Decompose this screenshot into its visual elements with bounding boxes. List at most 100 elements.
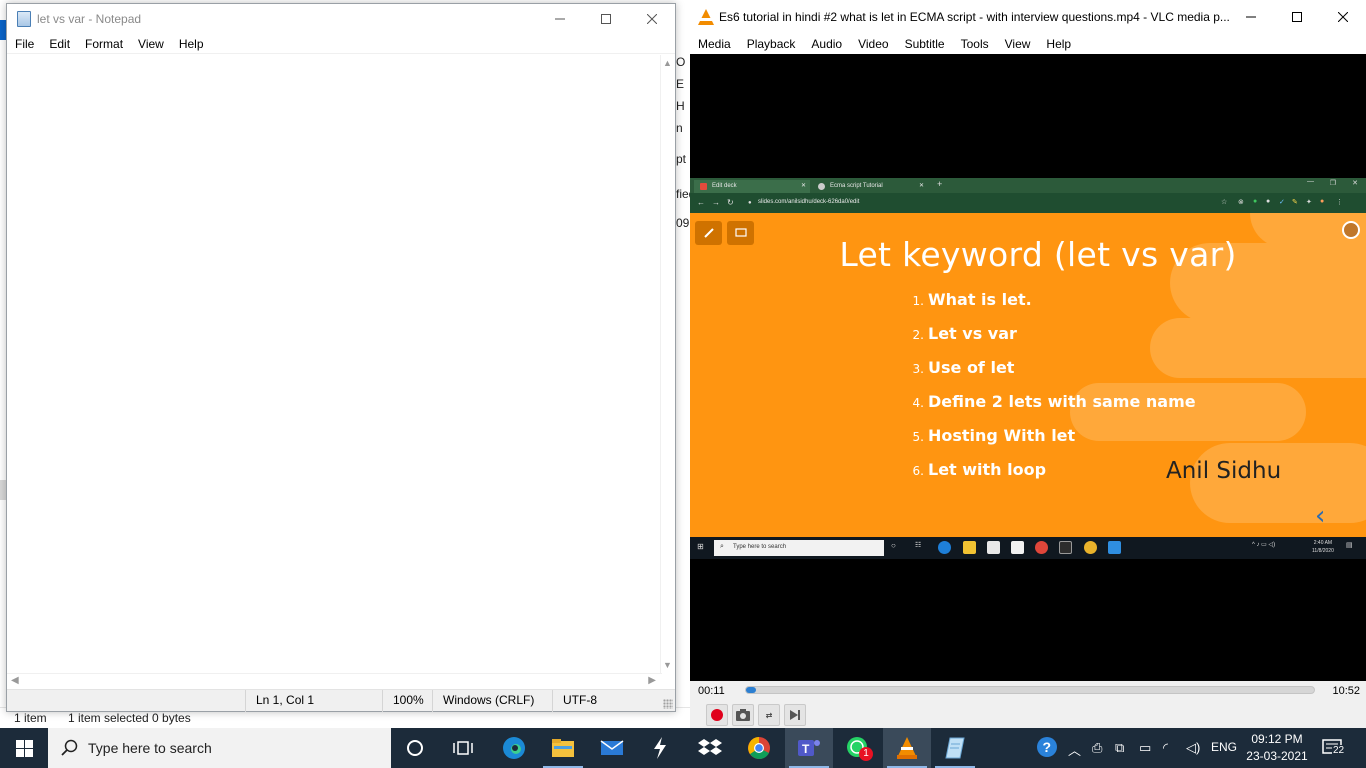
vertical-scrollbar[interactable]: ▲ ▼ — [660, 55, 675, 673]
line-ending: Windows (CRLF) — [432, 690, 552, 712]
slide-topic-list: 1. What is let. 2. Let vs var 3. Use of let… — [908, 290, 1196, 494]
notepad-text-area[interactable] — [7, 55, 662, 673]
vlc-menu-audio[interactable]: Audio — [811, 37, 842, 51]
resize-grip-icon[interactable] — [663, 699, 673, 709]
vscode-icon — [1108, 541, 1121, 554]
meet-now-icon[interactable]: ⎙ — [1092, 740, 1102, 756]
tray-icons: ^ ♪ ▭ ◁) — [1252, 542, 1276, 548]
video-minimize-icon: — — [1307, 178, 1314, 185]
notification-count: 22 — [1332, 745, 1346, 756]
maximize-button[interactable] — [583, 4, 629, 33]
zoom-level: 100% — [382, 690, 432, 712]
menu-dots-icon: ⋮ — [1336, 199, 1343, 206]
taskbar-mail[interactable] — [588, 728, 636, 768]
taskbar-search-box[interactable]: Type here to search — [48, 728, 391, 768]
show-hidden-icons-chevron-icon[interactable]: ︿ — [1068, 740, 1081, 759]
taskbar-chrome[interactable] — [735, 728, 783, 768]
taskbar-vlc[interactable] — [883, 728, 931, 768]
loop-ab-button[interactable]: ⇄ — [758, 704, 780, 726]
scroll-up-icon[interactable]: ▲ — [663, 58, 672, 68]
taskbar-file-explorer[interactable] — [539, 728, 587, 768]
total-time: 10:52 — [1332, 685, 1360, 697]
taskbar-edge[interactable] — [490, 728, 538, 768]
extension-icon: ● — [1266, 198, 1271, 205]
extension-icon: ✎ — [1292, 199, 1298, 206]
taskbar-lightning-app[interactable] — [636, 728, 684, 768]
taskbar-teams[interactable]: T — [785, 728, 833, 768]
vlc-menubar: Media Playback Audio Video Subtitle Tool… — [690, 34, 1366, 54]
slide-topic-text: Define 2 lets with same name — [928, 392, 1196, 411]
record-icon — [711, 709, 723, 721]
vlc-menu-playback[interactable]: Playback — [747, 37, 796, 51]
menu-view[interactable]: View — [137, 35, 170, 53]
extension-icon: ● — [1253, 198, 1258, 205]
explorer-selection: 1 item selected 0 bytes — [68, 711, 191, 725]
taskbar-whatsapp[interactable]: 1 — [834, 728, 882, 768]
help-button[interactable]: ? — [1036, 736, 1058, 761]
screen-icon[interactable]: ⧉ — [1115, 740, 1124, 756]
battery-icon[interactable]: ▭ — [1139, 740, 1151, 756]
notepad-app-icon — [17, 11, 31, 27]
vlc-menu-video[interactable]: Video — [858, 37, 888, 51]
menu-edit[interactable]: Edit — [48, 35, 76, 53]
menu-help[interactable]: Help — [178, 35, 210, 53]
snapshot-button[interactable] — [732, 704, 754, 726]
svg-text:?: ? — [1043, 739, 1052, 755]
scroll-left-icon[interactable]: ◀ — [11, 675, 19, 686]
vlc-menu-tools[interactable]: Tools — [961, 37, 989, 51]
volume-icon[interactable]: ◁) — [1186, 740, 1200, 756]
cortana-button[interactable] — [391, 728, 439, 768]
task-view-icon — [453, 741, 473, 755]
close-button[interactable] — [629, 4, 675, 33]
loop-ab-icon: ⇄ — [765, 710, 773, 720]
notepad-menubar: File Edit Format View Help — [7, 34, 675, 54]
notification-center-button[interactable]: 22 — [1322, 738, 1350, 760]
notepad-titlebar[interactable]: let vs var - Notepad — [7, 4, 675, 33]
seek-bar[interactable] — [745, 686, 1315, 694]
chrome-icon — [748, 737, 770, 759]
reload-icon: ↻ — [727, 198, 734, 207]
taskbar-dropbox[interactable] — [686, 728, 734, 768]
vlc-minimize-button[interactable] — [1228, 2, 1274, 31]
scroll-down-icon[interactable]: ▼ — [663, 660, 672, 670]
vlc-menu-subtitle[interactable]: Subtitle — [905, 37, 945, 51]
frame-step-button[interactable] — [784, 704, 806, 726]
teams-icon: T — [798, 740, 820, 756]
vlc-title: Es6 tutorial in hindi #2 what is let in … — [719, 10, 1230, 24]
task-view-button[interactable] — [439, 728, 487, 768]
horizontal-scrollbar[interactable]: ◀ ▶ — [7, 673, 662, 689]
close-icon — [1338, 11, 1348, 22]
system-clock[interactable]: 09:12 PM 23-03-2021 — [1246, 731, 1308, 765]
tab-close-icon: ✕ — [800, 183, 806, 189]
wifi-icon[interactable]: ◜ — [1163, 740, 1168, 756]
vlc-menu-view[interactable]: View — [1005, 37, 1031, 51]
windows-logo-icon — [15, 739, 33, 757]
menu-file[interactable]: File — [14, 35, 40, 53]
menu-format[interactable]: Format — [84, 35, 129, 53]
frame-step-icon — [790, 710, 800, 720]
clock-time: 09:12 PM — [1251, 732, 1303, 746]
vlc-menu-help[interactable]: Help — [1046, 37, 1071, 51]
video-restore-icon: ❐ — [1329, 180, 1336, 187]
vlc-menu-media[interactable]: Media — [698, 37, 731, 51]
scroll-right-icon[interactable]: ▶ — [648, 675, 656, 686]
explorer-fragment: O — [676, 55, 686, 69]
vlc-titlebar[interactable]: Es6 tutorial in hindi #2 what is let in … — [690, 0, 1366, 34]
lock-icon: ● — [748, 200, 752, 206]
start-button[interactable] — [0, 728, 48, 768]
vlc-close-button[interactable] — [1320, 2, 1366, 31]
taskbar-notepad[interactable] — [931, 728, 979, 768]
video-close-icon: ✕ — [1352, 180, 1358, 187]
record-button[interactable] — [706, 704, 728, 726]
slide-topic-item: 2. Let vs var — [908, 324, 1196, 358]
vlc-maximize-button[interactable] — [1274, 2, 1320, 31]
video-search-box: ⌕ Type here to search — [714, 540, 884, 556]
globe-icon — [818, 183, 825, 190]
minimize-button[interactable] — [537, 4, 583, 33]
video-display[interactable]: Edit deck ✕ Ecma script Tutorial ✕ + — ❐… — [690, 54, 1366, 681]
forward-arrow-icon: → — [712, 198, 720, 207]
video-taskbar: ⊞ ⌕ Type here to search ○ ☷ ^ ♪ ▭ ◁) 2:4… — [690, 537, 1366, 559]
whatsapp-badge: 1 — [859, 747, 873, 761]
help-icon: ? — [1037, 737, 1057, 757]
input-language[interactable]: ENG — [1211, 740, 1237, 754]
